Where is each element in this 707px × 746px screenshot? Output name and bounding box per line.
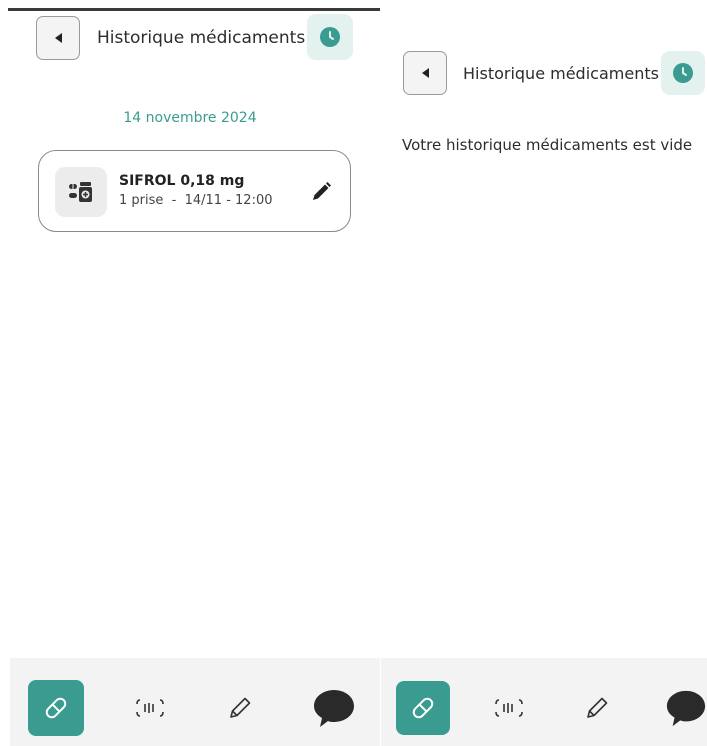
pencil-icon (313, 182, 331, 200)
history-clock-button[interactable] (307, 14, 353, 60)
chat-bubble-icon (314, 690, 354, 727)
back-button[interactable] (36, 16, 80, 60)
nav-chat[interactable] (306, 680, 362, 736)
page-title: Historique médicaments (97, 28, 306, 48)
bottom-navigation (10, 658, 380, 746)
history-clock-button[interactable] (661, 51, 705, 95)
nav-chat[interactable] (661, 680, 707, 736)
bottom-navigation (381, 658, 707, 746)
chat-bubble-icon (666, 690, 706, 727)
nav-edit[interactable] (569, 680, 625, 736)
empty-history-message: Votre historique médicaments est vide (402, 136, 693, 154)
top-divider (8, 8, 380, 11)
clock-icon (673, 63, 693, 83)
nav-medications[interactable] (28, 680, 84, 736)
nav-medications[interactable] (396, 681, 450, 735)
nav-scan[interactable] (122, 680, 178, 736)
back-arrow-icon (54, 33, 62, 43)
pencil-icon (587, 697, 608, 718)
back-button[interactable] (403, 51, 447, 95)
page-title: Historique médicaments (463, 64, 659, 83)
barcode-scan-icon (495, 699, 523, 717)
nav-edit[interactable] (212, 680, 268, 736)
history-date-label: 14 novembre 2024 (123, 110, 257, 126)
pill-icon (412, 697, 434, 719)
pill-icon (45, 697, 67, 719)
edit-entry-button[interactable] (310, 181, 332, 203)
nav-scan[interactable] (481, 680, 537, 736)
medication-icon-box (55, 167, 107, 217)
medication-name: SIFROL 0,18 mg (119, 173, 245, 189)
medication-intake-detail: 1 prise - 14/11 - 12:00 (119, 193, 273, 208)
medication-history-item[interactable]: SIFROL 0,18 mg 1 prise - 14/11 - 12:00 (38, 150, 351, 232)
medication-icon (69, 182, 92, 202)
pencil-icon (230, 697, 251, 718)
barcode-scan-icon (136, 699, 164, 717)
history-screen-with-entry: Historique médicaments 14 novembre 2024 … (0, 0, 380, 746)
back-arrow-icon (421, 68, 429, 78)
history-screen-empty: Historique médicaments Votre historique … (381, 0, 707, 746)
clock-icon (320, 27, 340, 47)
